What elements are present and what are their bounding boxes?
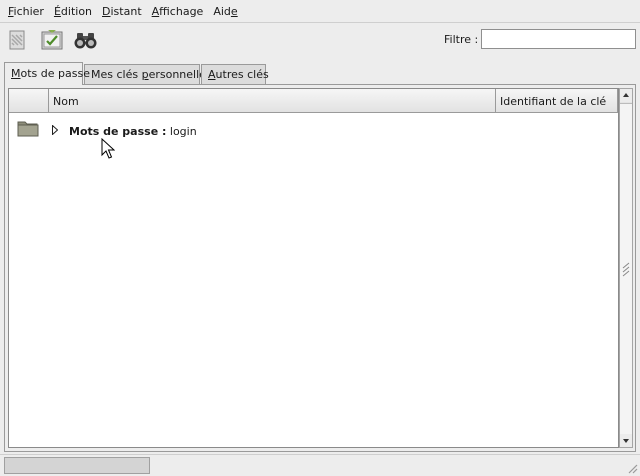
- tab-passwords[interactable]: Mots de passe: [4, 62, 90, 85]
- new-key-icon: [9, 30, 25, 50]
- menu-distant[interactable]: Distant: [94, 5, 142, 18]
- filter-label: Filtre :: [444, 33, 479, 46]
- column-header-name[interactable]: Nom: [49, 89, 496, 113]
- menu-edition[interactable]: Édition: [46, 5, 92, 18]
- column-header-icon[interactable]: [9, 89, 49, 113]
- scroll-down-button[interactable]: [620, 434, 632, 447]
- tab-my-personal-keys[interactable]: Mes clés personnelles: [84, 64, 212, 84]
- import-button[interactable]: [40, 28, 64, 52]
- key-tree-view[interactable]: Nom Identifiant de la clé Mots de passe …: [8, 88, 619, 448]
- mouse-pointer-icon: [101, 138, 115, 159]
- resize-grip-icon[interactable]: [626, 462, 638, 474]
- scroll-thumb[interactable]: [620, 103, 632, 435]
- new-key-button[interactable]: [5, 28, 29, 52]
- menu-fichier[interactable]: Fichier: [0, 5, 44, 18]
- arrow-up-icon: [623, 93, 629, 97]
- tab-other-keys[interactable]: Autres clés: [201, 64, 269, 84]
- scroll-up-button[interactable]: [620, 89, 632, 102]
- tree-row-label: Mots de passe : login: [69, 125, 197, 138]
- expander-arrow-icon[interactable]: [52, 125, 58, 135]
- folder-icon: [17, 121, 39, 137]
- binoculars-icon: [74, 33, 97, 49]
- menu-aide[interactable]: Aide: [205, 5, 237, 18]
- find-remote-keys-button[interactable]: [73, 28, 97, 52]
- grip-lines-icon: [622, 262, 630, 277]
- tab-panel: Nom Identifiant de la clé Mots de passe …: [4, 84, 636, 452]
- arrow-down-icon: [623, 439, 629, 443]
- progress-bar: [4, 457, 150, 474]
- statusbar: [0, 455, 640, 476]
- filter-input[interactable]: [481, 29, 636, 49]
- menu-affichage[interactable]: Affichage: [144, 5, 204, 18]
- import-key-icon: [41, 30, 63, 50]
- column-header-key-id[interactable]: Identifiant de la clé: [496, 89, 618, 113]
- vertical-scrollbar[interactable]: [619, 88, 633, 448]
- menubar: Fichier Édition Distant Affichage Aide: [0, 0, 640, 22]
